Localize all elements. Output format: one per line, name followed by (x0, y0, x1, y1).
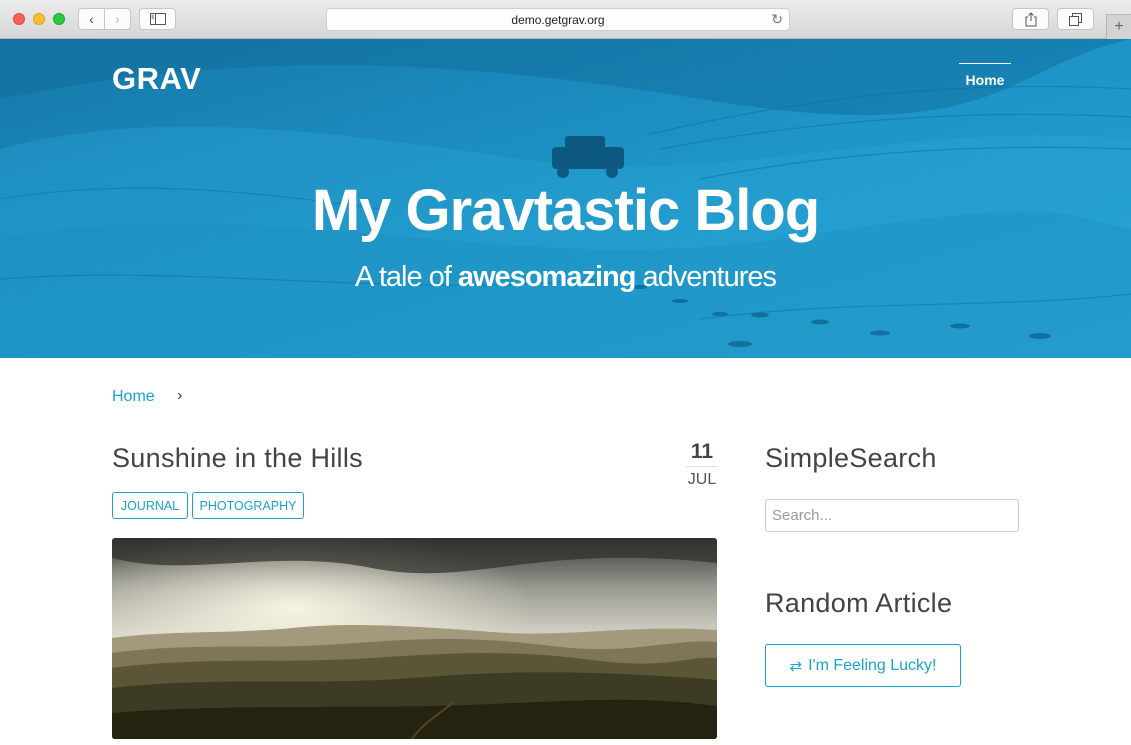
url-text: demo.getgrav.org (511, 12, 605, 27)
tabs-icon (1069, 12, 1082, 26)
hero-banner: GRAV Home My Gravtastic Blog A tale of a… (0, 39, 1131, 358)
date-divider (686, 466, 718, 467)
tag-photography[interactable]: PHOTOGRAPHY (192, 492, 304, 519)
hero-subtitle: A tale of awesomazing adventures (0, 261, 1131, 294)
breadcrumb-separator-icon: › (177, 387, 183, 404)
post-date-day: 11 (690, 440, 714, 463)
reload-icon[interactable]: ↻ (771, 11, 783, 28)
post-date-month: JUL (687, 471, 717, 488)
chevron-right-icon: › (115, 11, 120, 27)
simplesearch-heading: SimpleSearch (765, 443, 937, 473)
tag-journal[interactable]: JOURNAL (112, 492, 188, 519)
new-tab-button[interactable]: + (1106, 14, 1131, 39)
random-article-heading: Random Article (765, 588, 953, 618)
chevron-left-icon: ‹ (89, 11, 94, 27)
hero-subtitle-post: adventures (635, 261, 776, 293)
minimize-window-button[interactable] (33, 13, 45, 25)
feeling-lucky-button[interactable]: ⇄ I'm Feeling Lucky! (765, 644, 961, 687)
site-logo[interactable]: GRAV (112, 61, 201, 97)
hero-title: My Gravtastic Blog (311, 178, 820, 243)
retweet-icon: ⇄ (789, 657, 803, 675)
feeling-lucky-label: I'm Feeling Lucky! (808, 656, 937, 674)
address-bar[interactable]: demo.getgrav.org ↻ (326, 8, 790, 31)
search-input[interactable] (765, 499, 1019, 532)
post-hero-image[interactable] (112, 538, 717, 739)
share-button[interactable] (1012, 8, 1049, 30)
back-button[interactable]: ‹ (78, 8, 105, 30)
tabs-button[interactable] (1057, 8, 1094, 30)
post-title[interactable]: Sunshine in the Hills (112, 443, 363, 474)
hero-subtitle-bold: awesomazing (457, 261, 637, 293)
browser-toolbar: ‹ › demo.getgrav.org ↻ + (0, 0, 1131, 39)
forward-button[interactable]: › (104, 8, 131, 30)
sidebar-toggle-button[interactable] (139, 8, 176, 30)
zoom-window-button[interactable] (53, 13, 65, 25)
share-icon (1025, 11, 1036, 26)
sidebar-icon (149, 13, 166, 25)
nav-item-home[interactable]: Home (959, 63, 1011, 88)
plus-icon: + (1114, 18, 1124, 35)
breadcrumb-home-link[interactable]: Home (112, 388, 155, 406)
hero-subtitle-pre: A tale of (355, 261, 458, 293)
close-window-button[interactable] (13, 13, 25, 25)
